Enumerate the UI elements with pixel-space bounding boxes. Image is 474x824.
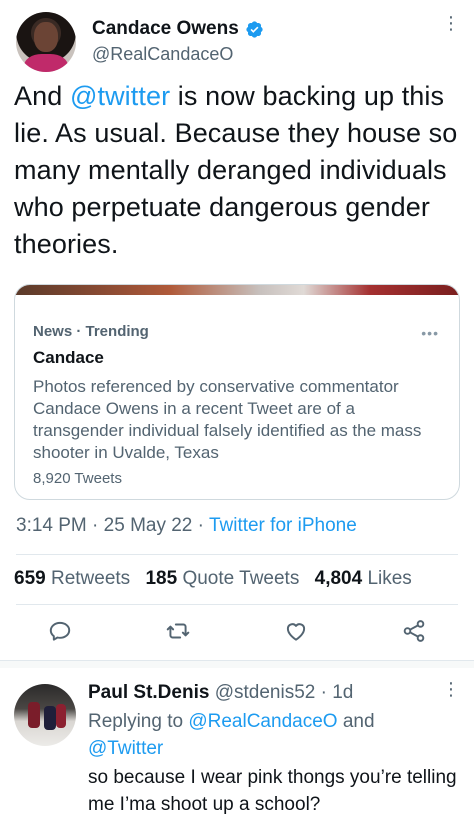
tweet-timestamp: 3:14 PM · 25 May 22 · Twitter for iPhone — [16, 515, 357, 537]
timestamp-separator: · — [86, 515, 104, 536]
likes-stat[interactable]: 4,804 Likes — [315, 568, 412, 589]
reply-author-name[interactable]: Paul St.Denis — [88, 682, 209, 703]
author-handle[interactable]: @RealCandaceO — [92, 44, 264, 65]
card-description: Photos referenced by conservative commen… — [33, 377, 422, 462]
tweet-header: Candace Owens @RealCandaceO ⋮ — [16, 12, 460, 76]
tweet-text: And @twitter is now backing up this lie.… — [14, 78, 462, 263]
quote-tweets-count: 185 — [145, 568, 178, 589]
verified-badge-icon — [246, 20, 263, 38]
reply-button[interactable] — [43, 614, 77, 648]
card-image — [15, 285, 459, 295]
retweet-button[interactable] — [161, 614, 195, 648]
likes-label: Likes — [367, 568, 412, 589]
replying-to-label: Replying to — [88, 711, 189, 732]
retweet-icon — [166, 623, 190, 639]
retweets-count: 659 — [14, 568, 46, 589]
tweet-more-menu-icon[interactable]: ⋮ — [442, 14, 460, 32]
tweet-text-prefix: And — [14, 81, 70, 111]
reply-text: so because I wear pink thongs you’re tel… — [88, 767, 457, 815]
reply-author-avatar[interactable] — [14, 684, 76, 746]
reply-separator: · — [315, 682, 333, 703]
tweet-date[interactable]: 25 May 22 — [104, 515, 193, 536]
divider — [16, 554, 458, 555]
share-button[interactable] — [397, 614, 431, 648]
retweets-stat[interactable]: 659 Retweets — [14, 568, 130, 589]
replying-to-and: and — [337, 711, 375, 732]
author-avatar[interactable] — [16, 12, 76, 72]
reply-more-menu-icon[interactable]: ⋮ — [442, 680, 460, 698]
author-name-block: Candace Owens @RealCandaceO — [92, 18, 264, 65]
quote-tweets-stat[interactable]: 185 Quote Tweets — [145, 568, 299, 589]
card-meta: News · Trending — [33, 323, 149, 340]
divider — [16, 604, 458, 605]
reply-tweet[interactable]: Paul St.Denis @stdenis52 · 1d ⋮ Replying… — [0, 668, 474, 824]
card-body: News · Trending Candace Photos reference… — [33, 323, 441, 487]
thread-separator — [0, 660, 474, 668]
reply-author-handle[interactable]: @stdenis52 — [215, 682, 316, 703]
quote-tweets-label: Quote Tweets — [182, 568, 300, 589]
timestamp-separator-2: · — [192, 515, 209, 536]
share-icon — [403, 620, 425, 642]
tweet-action-bar — [0, 614, 474, 650]
replying-to-user-1[interactable]: @RealCandaceO — [188, 711, 337, 732]
like-icon — [286, 623, 306, 641]
tweet-source-link[interactable]: Twitter for iPhone — [209, 515, 357, 536]
tweet-mention-link[interactable]: @twitter — [70, 81, 170, 111]
reply-time[interactable]: 1d — [332, 682, 353, 703]
card-tweet-count: 8,920 Tweets — [33, 470, 122, 487]
like-button[interactable] — [279, 614, 313, 648]
likes-count: 4,804 — [314, 568, 363, 589]
author-display-name[interactable]: Candace Owens — [92, 18, 264, 40]
tweet-time[interactable]: 3:14 PM — [16, 515, 87, 536]
replying-to: Replying to @RealCandaceO and @Twitter — [88, 708, 458, 762]
tweet-stats: 659 Retweets 185 Quote Tweets 4,804 Like… — [14, 568, 422, 590]
replying-to-user-2[interactable]: @Twitter — [88, 738, 163, 759]
reply-header: Paul St.Denis @stdenis52 · 1d — [88, 682, 353, 704]
author-name-text[interactable]: Candace Owens — [92, 18, 239, 40]
reply-icon — [49, 621, 71, 641]
retweets-label: Retweets — [50, 568, 131, 589]
card-title: Candace — [33, 348, 104, 367]
trending-card[interactable]: ••• News · Trending Candace Photos refer… — [14, 284, 460, 500]
